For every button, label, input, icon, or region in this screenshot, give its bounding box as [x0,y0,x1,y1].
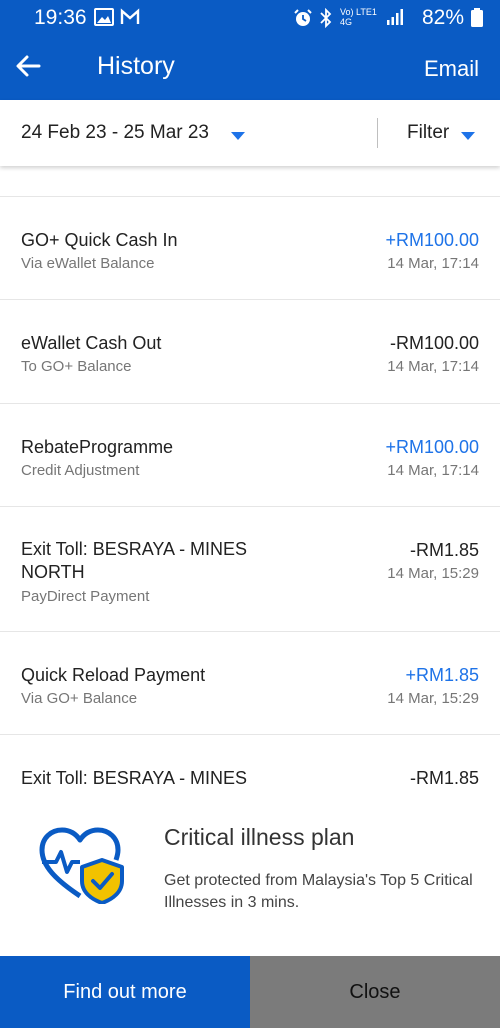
transaction-row[interactable]: Exit Toll: BESRAYA - MINES NORTH PayDire… [0,507,500,632]
alarm-icon [293,8,313,33]
network-label: Vo) LTE1 4G [340,7,377,27]
email-button[interactable]: Email [424,56,479,82]
transaction-row[interactable]: Quick Reload Payment Via GO+ Balance +RM… [0,632,500,735]
chevron-down-icon[interactable] [231,128,245,146]
transaction-date: 14 Mar, 15:29 [387,690,479,707]
transaction-title: Quick Reload Payment [21,665,206,685]
transaction-subtitle: Via GO+ Balance [21,690,138,707]
transaction-date: 14 Mar, 17:14 [387,462,479,479]
transaction-subtitle: Credit Adjustment [21,462,140,479]
filter-button[interactable]: Filter [407,122,449,144]
status-time: 19:36 [34,6,87,29]
transaction-row[interactable]: GO+ Quick Cash In Via eWallet Balance +R… [0,197,500,300]
transaction-date: 14 Mar, 17:14 [387,358,479,375]
transaction-title: Exit Toll: BESRAYA - MINES NORTH [21,539,248,582]
date-range-selector[interactable]: 24 Feb 23 - 25 Mar 23 [21,122,209,144]
transaction-list[interactable]: GO+ Quick Cash In Via eWallet Balance +R… [0,166,500,790]
gmail-icon [120,8,140,31]
transaction-title: Exit Toll: BESRAYA - MINES [21,768,248,788]
transaction-date: 14 Mar, 17:14 [387,255,479,272]
transaction-amount: -RM1.85 [409,768,479,788]
image-icon [94,8,114,31]
transaction-amount: -RM1.85 [409,540,479,560]
transaction-title: RebateProgramme [21,437,174,457]
transaction-amount: +RM100.00 [385,437,479,457]
transaction-subtitle: Via eWallet Balance [21,255,155,272]
transaction-row[interactable]: Exit Toll: BESRAYA - MINES -RM1.85 [0,735,500,790]
transaction-date: 14 Mar, 15:29 [387,565,479,582]
transaction-amount: +RM1.85 [405,665,479,685]
battery-percent: 82% [421,6,464,29]
arrow-left-icon[interactable] [12,50,44,82]
signal-icon [386,8,404,31]
date-filter-bar: 24 Feb 23 - 25 Mar 23 Filter [0,100,500,166]
transaction-row[interactable]: RebateProgramme Credit Adjustment +RM100… [0,404,500,507]
status-bar: 19:36 Vo) LTE1 4G 82% [0,0,500,36]
transaction-subtitle: PayDirect Payment [21,588,150,605]
promo-description: Get protected from Malaysia's Top 5 Crit… [164,872,473,911]
transaction-title: eWallet Cash Out [21,333,162,353]
chevron-down-icon[interactable] [461,128,475,146]
transaction-title: GO+ Quick Cash In [21,230,178,250]
find-out-more-button[interactable]: Find out more [0,956,250,1028]
transaction-amount: -RM100.00 [389,333,479,353]
app-bar: History Email [0,36,500,100]
bluetooth-icon [318,7,334,33]
promo-title: Critical illness plan [164,824,355,850]
transaction-row[interactable]: eWallet Cash Out To GO+ Balance -RM100.0… [0,300,500,404]
promo-card: Critical illness plan Get protected from… [0,790,500,956]
page-title: History [97,52,175,80]
close-button[interactable]: Close [250,956,500,1028]
transaction-amount: +RM100.00 [385,230,479,250]
transaction-subtitle: To GO+ Balance [21,358,132,375]
battery-icon [470,8,484,33]
heart-shield-check-icon [36,824,128,905]
divider [377,118,378,148]
